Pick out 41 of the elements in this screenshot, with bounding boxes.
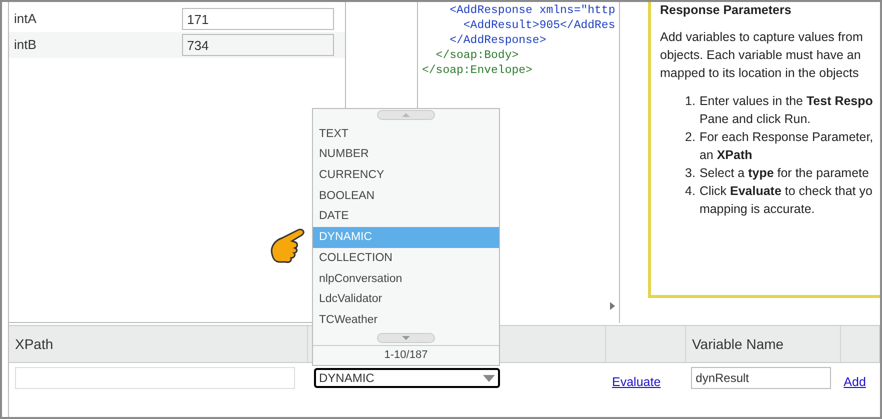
- variable-name-field[interactable]: dynResult: [690, 367, 831, 389]
- scroll-up-button[interactable]: [377, 110, 435, 120]
- step-number: 4.: [685, 183, 696, 200]
- help-step: Select a type for the paramete: [699, 164, 869, 182]
- scroll-down-button[interactable]: [377, 332, 435, 343]
- xml-line: <AddResponse xmlns="http: [448, 3, 616, 18]
- xml-line: <AddResult>905</AddRes: [462, 18, 616, 33]
- dropdown-option[interactable]: CURRENCY: [313, 165, 499, 186]
- type-select[interactable]: DYNAMIC: [314, 368, 500, 388]
- step-number: 2.: [685, 129, 696, 146]
- up-caret-icon: [402, 113, 410, 117]
- xml-line: </AddResponse>: [448, 33, 546, 48]
- dropdown-option[interactable]: BOOLEAN: [313, 186, 499, 207]
- dropdown-option[interactable]: LdcValidator: [313, 290, 499, 310]
- add-link[interactable]: Add: [844, 372, 866, 392]
- dropdown-option[interactable]: DATE: [313, 206, 499, 228]
- step-number: 1.: [685, 93, 696, 110]
- xml-line: </soap:Envelope>: [422, 63, 532, 78]
- xpath-field[interactable]: [15, 367, 295, 389]
- dropdown-option[interactable]: TEXT: [313, 124, 499, 145]
- help-step: Click Evaluate to check that yo mapping is accurate.: [699, 182, 872, 218]
- parameter-value-field[interactable]: 171: [182, 8, 334, 30]
- parameter-value-field[interactable]: 734: [182, 34, 334, 56]
- help-intro: Add variables to capture values from objects. Each variable must have an mapped to its location in the objects: [660, 29, 863, 82]
- pager-text: 1-10/187: [384, 348, 428, 364]
- help-title: Response Parameters: [660, 2, 792, 18]
- xml-line: </soap:Body>: [434, 48, 519, 63]
- parameter-name: intB: [14, 36, 36, 54]
- column-header: Variable Name: [692, 334, 784, 354]
- parameter-name: intA: [14, 10, 36, 28]
- evaluate-link[interactable]: Evaluate: [612, 372, 661, 392]
- step-number: 3.: [685, 165, 696, 182]
- dropdown-option[interactable]: NUMBER: [313, 144, 499, 166]
- scroll-right-icon[interactable]: [610, 302, 615, 310]
- dropdown-option[interactable]: COLLECTION: [313, 248, 499, 269]
- dropdown-option[interactable]: nlpConversation: [313, 268, 499, 290]
- help-step: Enter values in the Test Respo Pane and click Run.: [699, 92, 873, 128]
- column-header: XPath: [15, 334, 54, 354]
- caret-icon: [483, 374, 495, 382]
- down-caret-icon: [402, 336, 410, 340]
- dropdown-option[interactable]: TCWeather: [313, 310, 499, 331]
